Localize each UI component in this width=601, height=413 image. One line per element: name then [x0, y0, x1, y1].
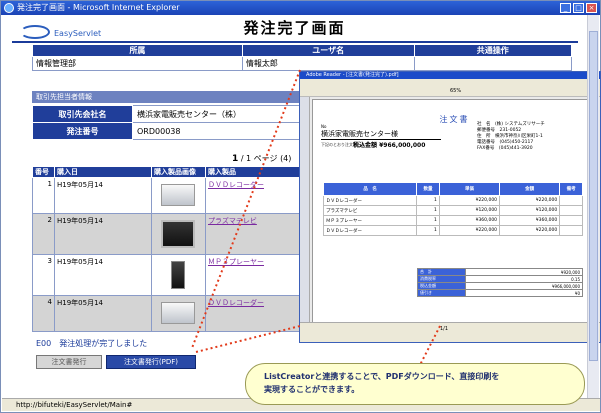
connector-line — [419, 325, 441, 366]
callout-line: 実現することができます。 — [264, 385, 360, 394]
connector-line — [195, 325, 301, 353]
listcreator-callout: ListCreatorと連携することで、PDFダウンロード、直接印刷を 実現する… — [245, 363, 585, 405]
callout-line: ListCreatorと連携することで、PDFダウンロード、直接印刷を — [264, 372, 500, 381]
connector-line — [191, 69, 301, 349]
connector-lines — [191, 69, 441, 366]
